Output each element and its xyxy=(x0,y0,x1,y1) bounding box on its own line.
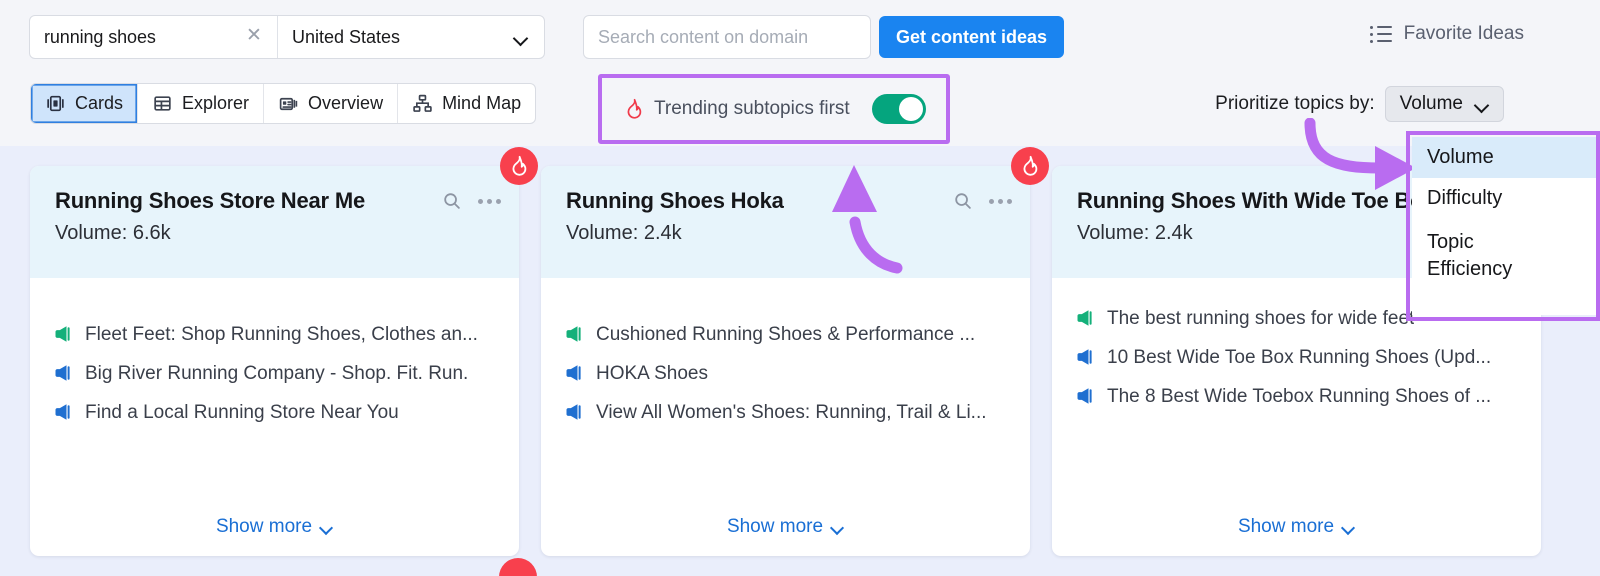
chevron-down-icon xyxy=(1342,523,1355,532)
megaphone-icon xyxy=(1074,346,1096,368)
tab-explorer[interactable]: Explorer xyxy=(138,84,264,123)
card-ideas-list: Cushioned Running Shoes & Performance ..… xyxy=(541,278,1030,433)
prioritize-topics-control: Prioritize topics by: Volume xyxy=(1215,86,1504,122)
favorite-ideas-label: Favorite Ideas xyxy=(1404,23,1524,45)
card-volume: Volume: 2.4k xyxy=(566,222,1012,245)
trending-subtopics-highlight: Trending subtopics first xyxy=(598,74,950,144)
prioritize-dropdown-menu: Volume Difficulty Topic Efficiency xyxy=(1412,137,1596,315)
app-header: running shoes ✕ United States Search con… xyxy=(0,0,1600,146)
trending-fire-badge xyxy=(1011,147,1049,185)
list-item-label: The best running shoes for wide feet xyxy=(1107,306,1414,332)
list-item[interactable]: 10 Best Wide Toe Box Running Shoes (Upd.… xyxy=(1074,339,1519,378)
trending-subtopics-label: Trending subtopics first xyxy=(654,98,862,120)
chevron-down-icon xyxy=(320,523,333,532)
topic-card[interactable]: Running Shoes Store Near Me Volume: 6.6k xyxy=(30,166,519,556)
list-item[interactable]: Big River Running Company - Shop. Fit. R… xyxy=(52,355,497,394)
keyword-input[interactable]: running shoes xyxy=(44,27,243,48)
content-ideas-app: running shoes ✕ United States Search con… xyxy=(0,0,1600,576)
show-more-button[interactable]: Show more xyxy=(30,516,519,538)
list-icon xyxy=(1370,26,1392,43)
card-title: Running Shoes Hoka xyxy=(566,184,953,218)
list-item[interactable]: Find a Local Running Store Near You xyxy=(52,394,497,433)
card-header: Running Shoes Store Near Me Volume: 6.6k xyxy=(30,166,519,278)
megaphone-icon xyxy=(1074,385,1096,407)
list-item[interactable]: Fleet Feet: Shop Running Shoes, Clothes … xyxy=(52,316,497,355)
flame-icon xyxy=(624,98,644,120)
get-content-ideas-button[interactable]: Get content ideas xyxy=(879,16,1064,58)
cards-icon xyxy=(45,93,66,114)
chevron-down-icon xyxy=(1475,100,1489,109)
megaphone-icon xyxy=(563,323,585,345)
ellipsis-icon[interactable] xyxy=(478,199,501,204)
tab-overview[interactable]: Overview xyxy=(264,84,398,123)
prioritize-topics-label: Prioritize topics by: xyxy=(1215,93,1374,115)
list-item-label: HOKA Shoes xyxy=(596,361,708,387)
dropdown-option-topic-efficiency[interactable]: Topic Efficiency xyxy=(1412,219,1532,290)
country-select[interactable]: United States xyxy=(278,16,544,58)
show-more-label: Show more xyxy=(727,516,823,538)
ellipsis-icon[interactable] xyxy=(989,199,1012,204)
cards-content-area: Running Shoes Store Near Me Volume: 6.6k xyxy=(0,146,1600,576)
overview-icon xyxy=(278,93,299,114)
search-group: running shoes ✕ United States xyxy=(29,15,545,59)
megaphone-icon xyxy=(563,401,585,423)
keyword-field[interactable]: running shoes ✕ xyxy=(30,16,278,58)
show-more-button[interactable]: Show more xyxy=(541,516,1030,538)
show-more-label: Show more xyxy=(1238,516,1334,538)
list-item-label: The 8 Best Wide Toebox Running Shoes of … xyxy=(1107,384,1491,410)
list-item[interactable]: HOKA Shoes xyxy=(563,355,1008,394)
dropdown-option-volume[interactable]: Volume xyxy=(1412,137,1596,178)
list-item-label: Cushioned Running Shoes & Performance ..… xyxy=(596,322,975,348)
list-item[interactable]: Cushioned Running Shoes & Performance ..… xyxy=(563,316,1008,355)
tab-cards[interactable]: Cards xyxy=(31,84,138,123)
list-item-label: Fleet Feet: Shop Running Shoes, Clothes … xyxy=(85,322,478,348)
trending-subtopics-control[interactable]: Trending subtopics first xyxy=(608,83,942,135)
search-input[interactable]: Search content on domain xyxy=(583,15,871,59)
view-tabs: Cards Explorer xyxy=(30,83,536,124)
card-ideas-list: Fleet Feet: Shop Running Shoes, Clothes … xyxy=(30,278,519,433)
megaphone-icon xyxy=(563,362,585,384)
country-select-value: United States xyxy=(292,27,504,48)
list-item[interactable]: The 8 Best Wide Toebox Running Shoes of … xyxy=(1074,378,1519,417)
prioritize-topics-value: Volume xyxy=(1400,93,1463,115)
megaphone-icon xyxy=(1074,307,1096,329)
tab-mind-map-label: Mind Map xyxy=(442,93,521,114)
magnifier-icon[interactable] xyxy=(442,191,462,211)
magnifier-icon[interactable] xyxy=(953,191,973,211)
megaphone-icon xyxy=(52,362,74,384)
list-item-label: Find a Local Running Store Near You xyxy=(85,400,399,426)
list-item-label: View All Women's Shoes: Running, Trail &… xyxy=(596,400,987,426)
card-volume: Volume: 6.6k xyxy=(55,222,501,245)
tab-overview-label: Overview xyxy=(308,93,383,114)
list-item[interactable]: View All Women's Shoes: Running, Trail &… xyxy=(563,394,1008,433)
megaphone-icon xyxy=(52,323,74,345)
mindmap-icon xyxy=(412,93,433,114)
tab-cards-label: Cards xyxy=(75,93,123,114)
cards-row: Running Shoes Store Near Me Volume: 6.6k xyxy=(30,166,1541,556)
trending-subtopics-toggle[interactable] xyxy=(872,94,926,124)
chevron-down-icon xyxy=(831,523,844,532)
show-more-button[interactable]: Show more xyxy=(1052,516,1541,538)
dropdown-option-difficulty[interactable]: Difficulty xyxy=(1412,178,1596,219)
megaphone-icon xyxy=(52,401,74,423)
list-item-label: Big River Running Company - Shop. Fit. R… xyxy=(85,361,468,387)
prioritize-dropdown-highlight: Volume Difficulty Topic Efficiency xyxy=(1406,131,1600,321)
list-item-label: 10 Best Wide Toe Box Running Shoes (Upd.… xyxy=(1107,345,1491,371)
table-icon xyxy=(152,93,173,114)
prioritize-topics-select[interactable]: Volume xyxy=(1385,86,1504,122)
card-title: Running Shoes Store Near Me xyxy=(55,184,442,218)
chevron-down-icon xyxy=(514,33,528,42)
close-icon[interactable]: ✕ xyxy=(243,26,265,48)
tab-explorer-label: Explorer xyxy=(182,93,249,114)
card-header: Running Shoes Hoka Volume: 2.4k xyxy=(541,166,1030,278)
tab-mind-map[interactable]: Mind Map xyxy=(398,84,535,123)
topic-card[interactable]: Running Shoes Hoka Volume: 2.4k xyxy=(541,166,1030,556)
trending-fire-badge xyxy=(500,147,538,185)
favorite-ideas-button[interactable]: Favorite Ideas xyxy=(1370,23,1524,45)
show-more-label: Show more xyxy=(216,516,312,538)
